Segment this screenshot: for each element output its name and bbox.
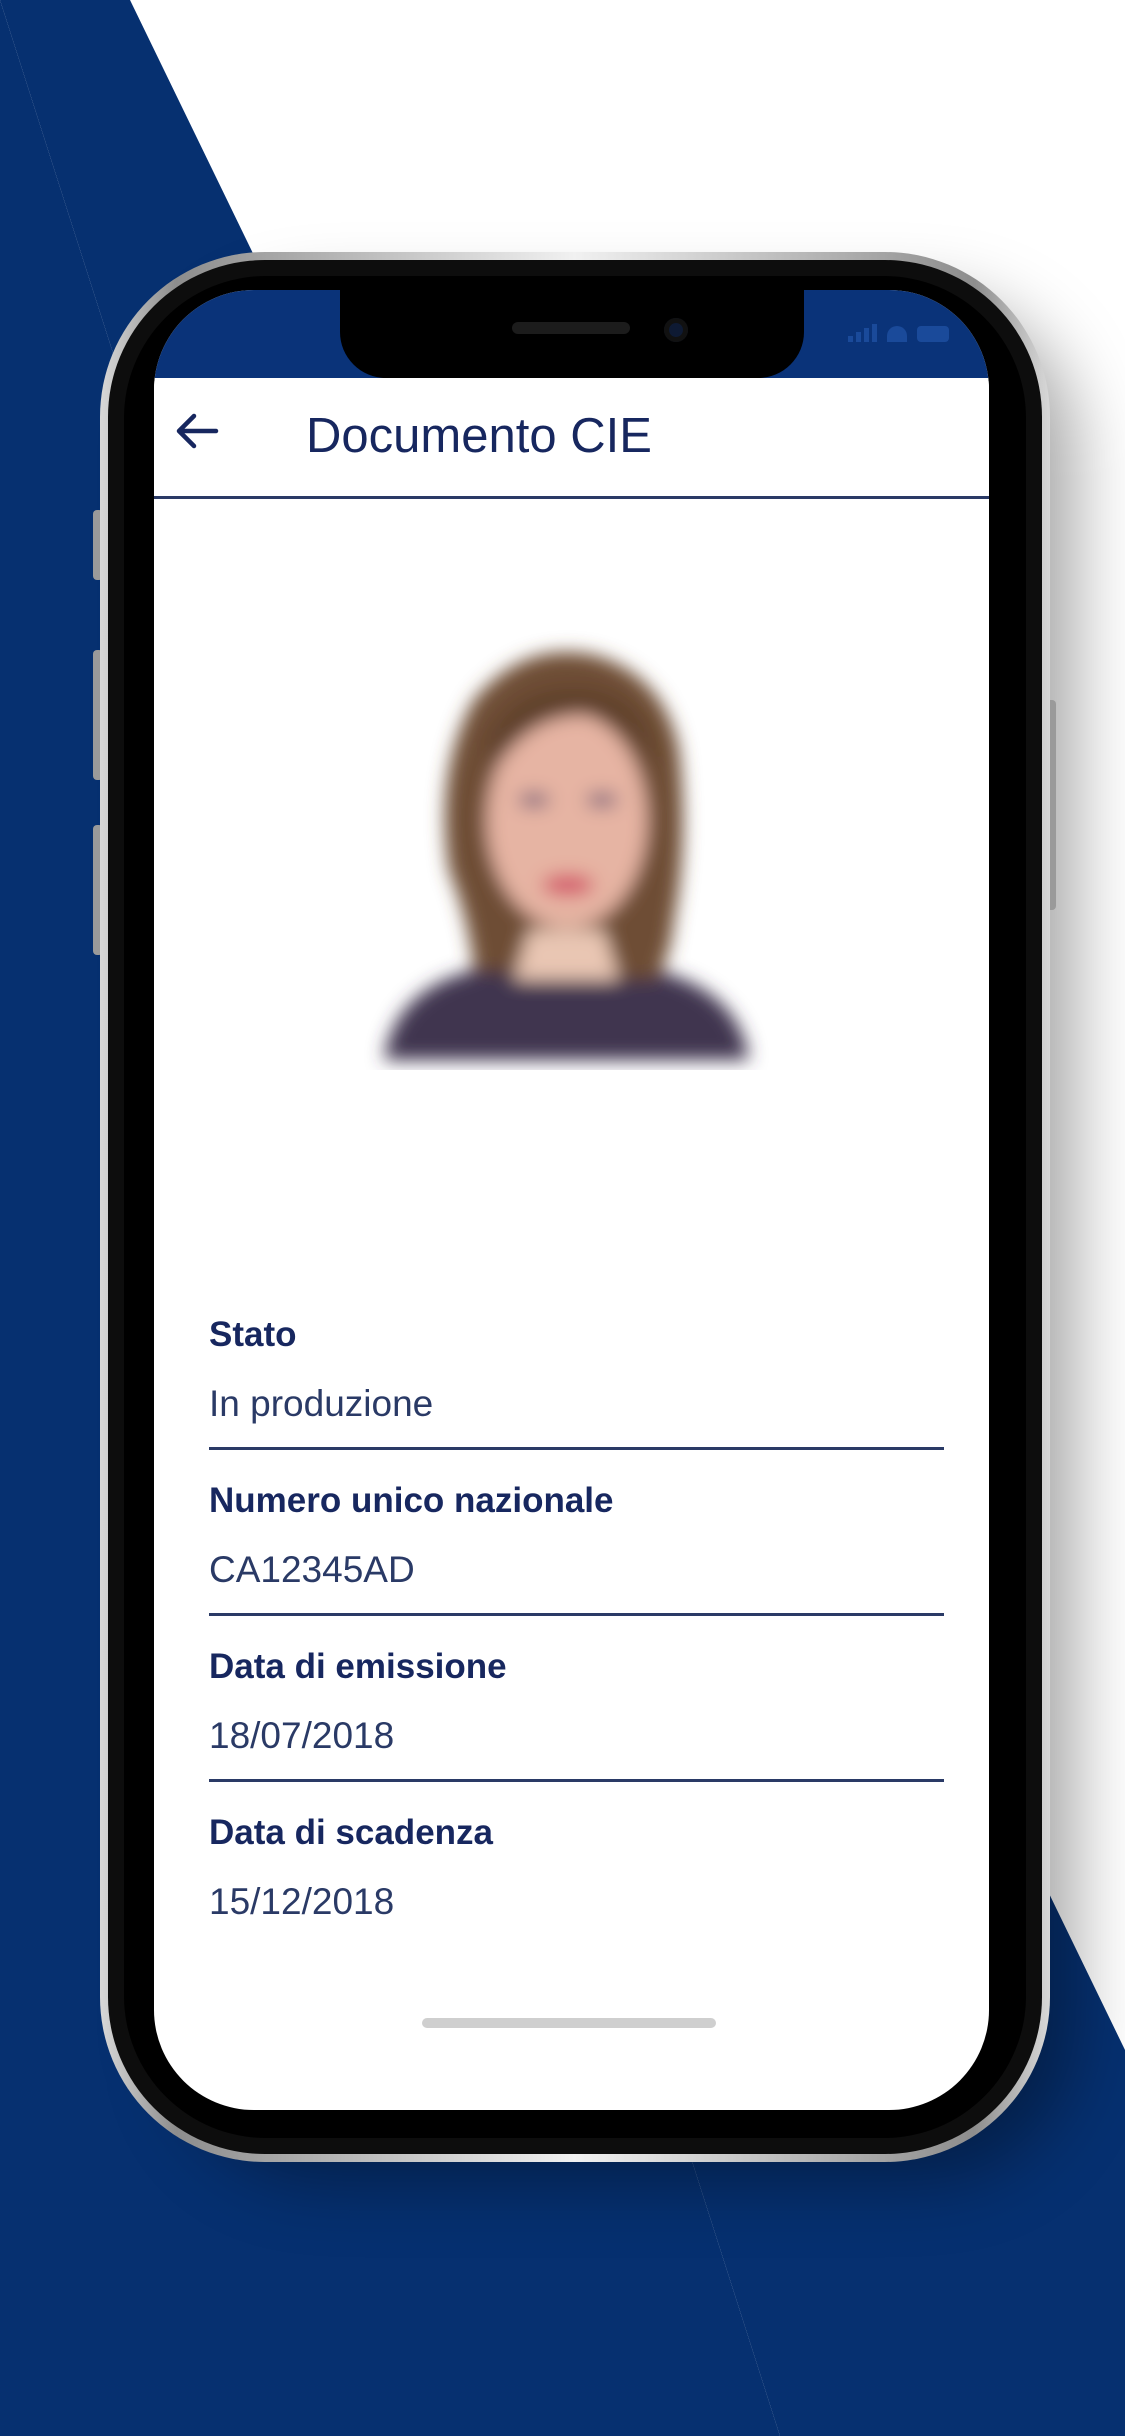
arrow-left-icon[interactable]: [172, 406, 222, 456]
home-indicator[interactable]: [422, 2018, 716, 2028]
field-label: Data di scadenza: [209, 1813, 493, 1852]
field-value: 15/12/2018: [209, 1881, 395, 1922]
status-icons: [848, 324, 949, 342]
field-value: In produzione: [209, 1383, 434, 1424]
field-label: Numero unico nazionale: [209, 1481, 614, 1520]
front-camera: [664, 318, 688, 342]
signal-icon: [848, 324, 877, 342]
phone-screen: Documento CIE Stato In produzione Numero…: [154, 290, 989, 2110]
field-value: CA12345AD: [209, 1549, 415, 1590]
app-header: Documento CIE: [154, 378, 989, 499]
field-data-scadenza: Data di scadenza 15/12/2018: [209, 1813, 944, 1979]
field-label: Stato: [209, 1315, 297, 1354]
wifi-icon: [887, 326, 907, 342]
field-data-emissione: Data di emissione 18/07/2018: [209, 1647, 944, 1813]
field-divider: [209, 1779, 944, 1782]
document-fields: Stato In produzione Numero unico naziona…: [209, 1315, 944, 1979]
battery-icon: [917, 326, 949, 342]
field-label: Data di emissione: [209, 1647, 507, 1686]
id-photo: [384, 652, 749, 1060]
field-divider: [209, 1613, 944, 1616]
speaker-grille: [512, 322, 630, 334]
phone-notch: [340, 290, 804, 378]
field-divider: [209, 1447, 944, 1450]
field-numero-unico-nazionale: Numero unico nazionale CA12345AD: [209, 1481, 944, 1647]
field-stato: Stato In produzione: [209, 1315, 944, 1481]
field-value: 18/07/2018: [209, 1715, 395, 1756]
page-title: Documento CIE: [306, 409, 652, 463]
